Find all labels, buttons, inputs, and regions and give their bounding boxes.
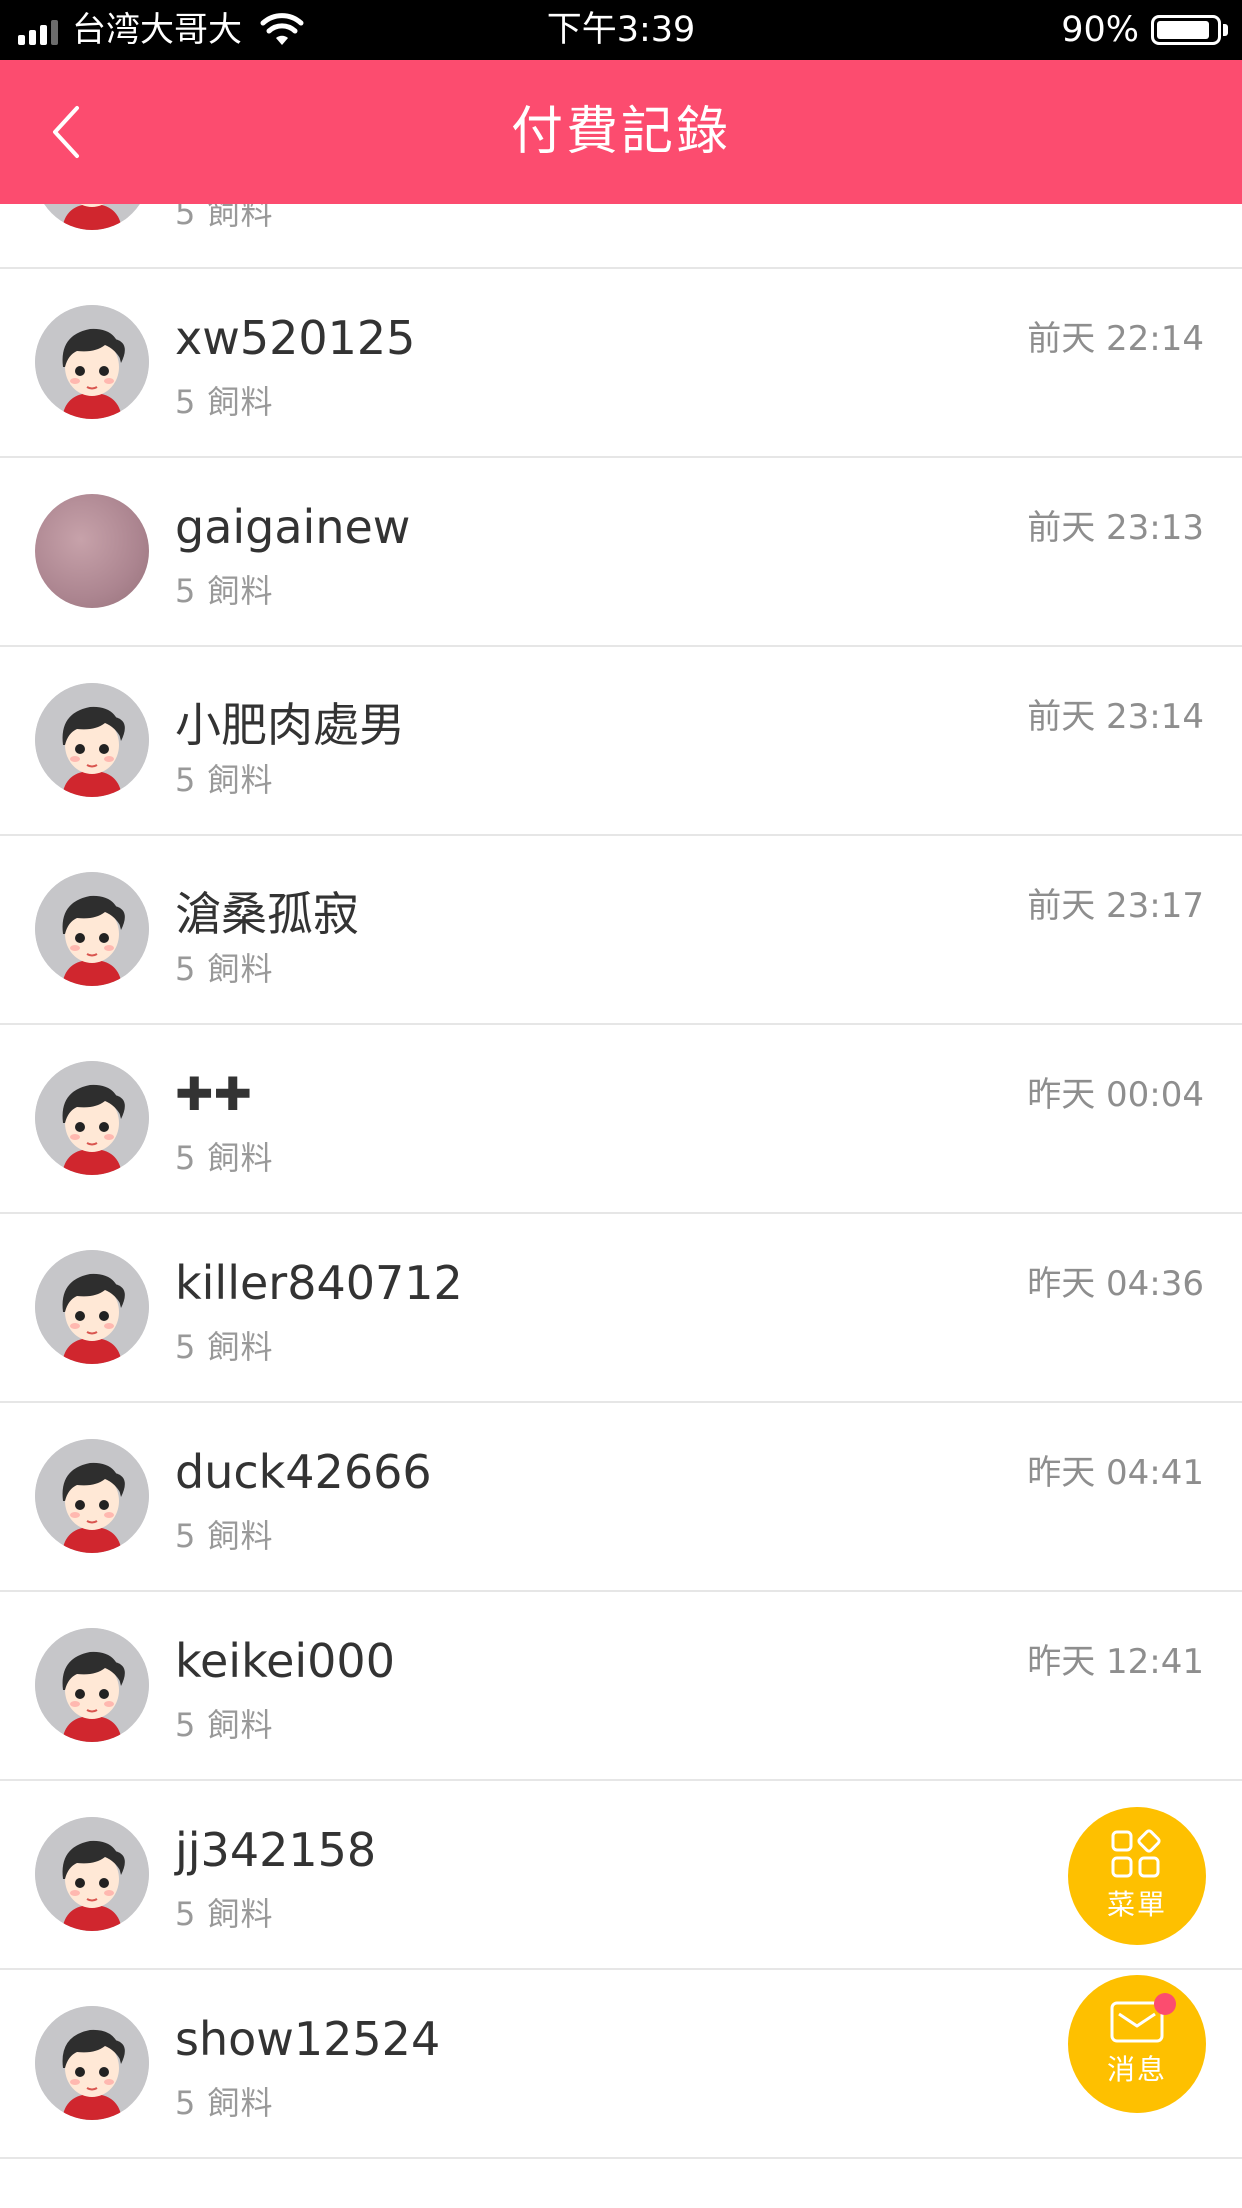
avatar[interactable] <box>35 204 149 230</box>
header-bar: 付費記錄 <box>0 60 1242 204</box>
payment-time: 前天 22:14 <box>1027 319 1204 359</box>
cartoon-avatar-icon <box>35 872 149 986</box>
cartoon-avatar-icon <box>35 1628 149 1742</box>
avatar[interactable] <box>35 1250 149 1364</box>
user-name: jj342158 <box>175 1823 377 1877</box>
status-bar: 台湾大哥大 下午3:39 90% <box>0 0 1242 60</box>
user-name: killer840712 <box>175 1256 463 1310</box>
cartoon-avatar-icon <box>35 1817 149 1931</box>
message-label: 消息 <box>1106 2053 1167 2086</box>
cartoon-avatar-icon <box>35 1061 149 1175</box>
battery-fill <box>1157 21 1210 39</box>
avatar[interactable] <box>35 1817 149 1931</box>
payment-amount: 5 飼料 <box>175 950 274 988</box>
list-item[interactable]: show12524 5 飼料 <box>0 1970 1242 2159</box>
menu-button[interactable]: 菜單 <box>1068 1807 1206 1945</box>
battery-percent: 90% <box>1061 10 1139 50</box>
payment-amount: 5 飼料 <box>175 1706 274 1744</box>
battery-icon <box>1151 15 1221 45</box>
user-name: 滄桑孤寂 <box>175 887 359 941</box>
list-item[interactable]: jj342158 5 飼料 <box>0 1781 1242 1970</box>
user-name: keikei000 <box>175 1634 395 1688</box>
payment-amount: 5 飼料 <box>175 2084 274 2122</box>
payment-record-list[interactable]: victor7710005 飼料前天 21:43 xw5201255 飼料前天 … <box>0 204 1242 2208</box>
payment-time: 昨天 12:41 <box>1027 1642 1204 1682</box>
menu-label: 菜單 <box>1106 1888 1167 1921</box>
user-name: show12524 <box>175 2012 441 2066</box>
payment-amount: 5 飼料 <box>175 1517 274 1555</box>
payment-amount: 5 飼料 <box>175 1139 274 1177</box>
list-item[interactable]: ✚✚ 5 飼料 昨天 00:04 <box>0 1025 1242 1214</box>
avatar[interactable] <box>35 872 149 986</box>
avatar[interactable] <box>35 1439 149 1553</box>
payment-amount: 5 飼料 <box>175 1328 274 1366</box>
payment-time: 昨天 00:04 <box>1027 1075 1204 1115</box>
grid-icon <box>1111 1829 1161 1878</box>
user-name: gaigainew <box>175 500 411 554</box>
list-item[interactable]: gaigainew 5 飼料 前天 23:13 <box>0 458 1242 647</box>
list-item[interactable]: 小肥肉處男 5 飼料 前天 23:14 <box>0 647 1242 836</box>
list-item[interactable]: killer840712 5 飼料 昨天 04:36 <box>0 1214 1242 1403</box>
cartoon-avatar-icon <box>35 1439 149 1553</box>
status-time: 下午3:39 <box>546 10 696 50</box>
payment-time: 昨天 04:36 <box>1027 1264 1204 1304</box>
list-item[interactable]: duck42666 5 飼料 昨天 04:41 <box>0 1403 1242 1592</box>
payment-amount: 5 飼料 <box>175 1895 274 1933</box>
list-item[interactable]: keikei000 5 飼料 昨天 12:41 <box>0 1592 1242 1781</box>
payment-time: 前天 23:13 <box>1027 508 1204 548</box>
user-name: xw520125 <box>175 311 416 365</box>
avatar[interactable] <box>35 2006 149 2120</box>
cartoon-avatar-icon <box>35 683 149 797</box>
cartoon-avatar-icon <box>35 305 149 419</box>
payment-time: 前天 23:14 <box>1027 697 1204 737</box>
battery-tip <box>1223 24 1228 36</box>
user-name: 小肥肉處男 <box>175 698 405 752</box>
avatar[interactable] <box>35 1628 149 1742</box>
user-name: duck42666 <box>175 1445 432 1499</box>
list-item[interactable]: 滄桑孤寂 5 飼料 前天 23:17 <box>0 836 1242 1025</box>
status-right: 90% <box>1061 0 1228 60</box>
page-title: 付費記錄 <box>510 102 731 162</box>
list-item[interactable]: xw520125 5 飼料 前天 22:14 <box>0 269 1242 458</box>
avatar[interactable] <box>35 494 149 608</box>
user-name: ✚✚ <box>175 1067 253 1121</box>
payment-time: 前天 23:17 <box>1027 886 1204 926</box>
list-inner: victor7710005 飼料前天 21:43 xw5201255 飼料前天 … <box>0 204 1242 2159</box>
payment-amount: 5 飼料 <box>175 572 274 610</box>
cartoon-avatar-icon <box>35 1250 149 1364</box>
payment-amount: 5 飼料 <box>175 204 274 232</box>
cartoon-avatar-icon <box>44 204 140 230</box>
avatar[interactable] <box>35 1061 149 1175</box>
message-button[interactable]: 消息 <box>1068 1975 1206 2113</box>
list-item[interactable]: victor7710005 飼料前天 21:43 <box>0 204 1242 269</box>
payment-amount: 5 飼料 <box>175 761 274 799</box>
avatar[interactable] <box>35 305 149 419</box>
payment-amount: 5 飼料 <box>175 383 274 421</box>
notification-dot <box>1154 1993 1176 2015</box>
cartoon-avatar-icon <box>35 2006 149 2120</box>
payment-time: 昨天 04:41 <box>1027 1453 1204 1493</box>
avatar[interactable] <box>35 683 149 797</box>
